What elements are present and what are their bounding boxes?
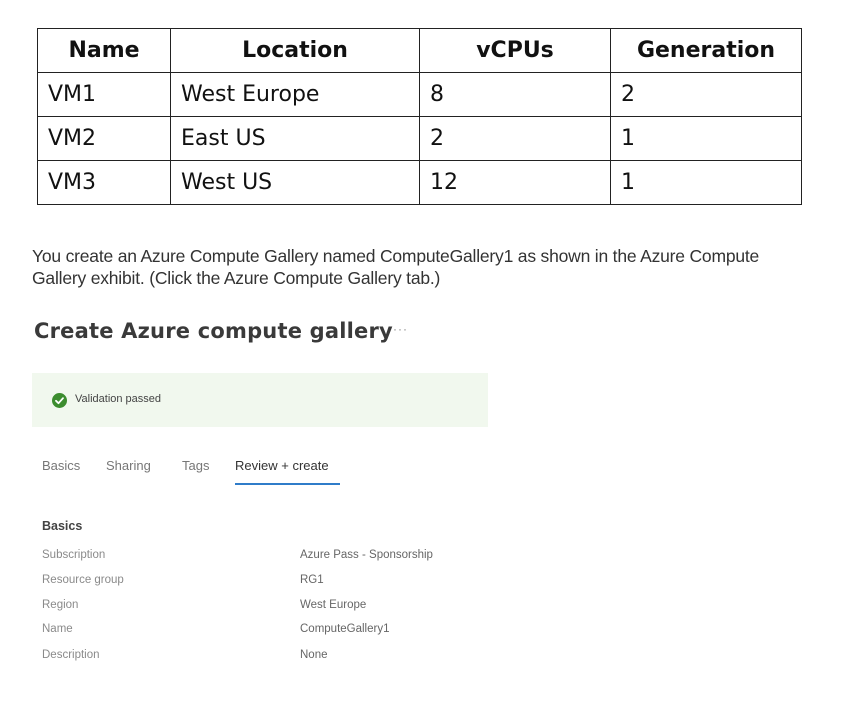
- check-circle-icon: [52, 393, 67, 408]
- cell-vcpus: 8: [419, 72, 611, 117]
- tab-tags[interactable]: Tags: [182, 458, 209, 473]
- validation-status: Validation passed: [75, 393, 162, 405]
- more-options-icon[interactable]: ···: [393, 322, 408, 336]
- column-header-generation: Generation: [610, 28, 802, 73]
- cell-generation: 1: [610, 160, 802, 205]
- summary-row-name: Name ComputeGallery1: [42, 623, 482, 643]
- table-row: VM1 West Europe 8 2: [37, 72, 802, 117]
- summary-value: None: [300, 649, 328, 661]
- summary-label: Region: [42, 599, 79, 611]
- tab-review-create-label: Review + create: [235, 458, 329, 473]
- summary-value: ComputeGallery1: [300, 623, 390, 635]
- column-header-location: Location: [170, 28, 420, 73]
- cell-name: VM2: [37, 116, 171, 161]
- cell-name: VM1: [37, 72, 171, 117]
- summary-label: Name: [42, 623, 73, 635]
- summary-row-description: Description None: [42, 649, 482, 669]
- summary-label: Resource group: [42, 574, 124, 586]
- validation-banner: Validation passed: [32, 373, 488, 427]
- section-heading-basics: Basics: [42, 519, 83, 533]
- cell-location: East US: [170, 116, 420, 161]
- tab-sharing[interactable]: Sharing: [106, 458, 151, 473]
- summary-value: Azure Pass - Sponsorship: [300, 549, 433, 561]
- summary-row-region: Region West Europe: [42, 599, 482, 619]
- summary-value: RG1: [300, 574, 324, 586]
- active-tab-indicator: [235, 483, 340, 485]
- summary-row-subscription: Subscription Azure Pass - Sponsorship: [42, 549, 482, 569]
- table-row: VM2 East US 2 1: [37, 116, 802, 161]
- summary-label: Description: [42, 649, 100, 661]
- summary-row-resource-group: Resource group RG1: [42, 574, 482, 594]
- table-header-row: Name Location vCPUs Generation: [37, 28, 802, 73]
- intro-text: You create an Azure Compute Gallery name…: [32, 246, 760, 288]
- summary-value: West Europe: [300, 599, 367, 611]
- cell-vcpus: 12: [419, 160, 611, 205]
- vm-table: Name Location vCPUs Generation VM1 West …: [37, 28, 802, 205]
- cell-generation: 2: [610, 72, 802, 117]
- cell-name: VM3: [37, 160, 171, 205]
- column-header-name: Name: [37, 28, 171, 73]
- tab-basics[interactable]: Basics: [42, 458, 80, 473]
- create-compute-gallery-blade: Create Azure compute gallery ··· Validat…: [32, 316, 490, 706]
- table-row: VM3 West US 12 1: [37, 160, 802, 205]
- cell-vcpus: 2: [419, 116, 611, 161]
- page-title: Create Azure compute gallery: [34, 319, 393, 343]
- summary-label: Subscription: [42, 549, 106, 561]
- cell-location: West US: [170, 160, 420, 205]
- tab-review-create[interactable]: Review + create: [235, 458, 340, 485]
- cell-generation: 1: [610, 116, 802, 161]
- cell-location: West Europe: [170, 72, 420, 117]
- column-header-vcpus: vCPUs: [419, 28, 611, 73]
